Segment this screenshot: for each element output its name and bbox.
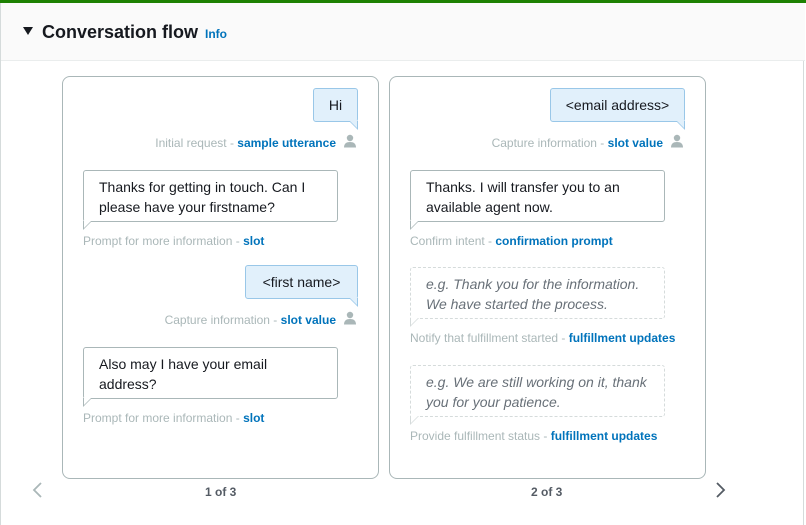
page-indicator-1: 1 of 3: [205, 485, 237, 499]
caption-separator: -: [558, 331, 569, 345]
fulfillment-started-placeholder[interactable]: e.g. Thank you for the information. We h…: [410, 267, 665, 327]
slot-value-link[interactable]: slot value: [608, 136, 663, 150]
prompt-caption: Prompt for more information - slot: [83, 234, 264, 248]
confirmation-prompt-link[interactable]: confirmation prompt: [495, 234, 612, 248]
bot-message-bubble: Thanks for getting in touch. Can I pleas…: [83, 170, 338, 230]
caption-separator: -: [226, 136, 238, 150]
caption-label: Capture information: [491, 136, 597, 150]
capture-caption: Capture information - slot value: [492, 136, 663, 150]
conversation-flow-panel: Conversation flow Info Hi Initial reques…: [0, 3, 805, 525]
user-message-bubble: <first name>: [245, 265, 358, 307]
page-indicator-2: 2 of 3: [531, 485, 563, 499]
bot-message-text: Thanks. I will transfer you to an availa…: [426, 179, 620, 215]
caption-label: Provide fulfillment status: [410, 429, 541, 443]
user-icon: [344, 134, 356, 148]
caption-label: Confirm intent: [410, 234, 485, 248]
bot-message-bubble: Also may I have your email address?: [83, 347, 338, 407]
fulfillment-updates-link[interactable]: fulfillment updates: [551, 429, 658, 443]
slot-link[interactable]: slot: [243, 411, 264, 425]
bot-message-bubble: Thanks. I will transfer you to an availa…: [410, 170, 665, 230]
caption-separator: -: [232, 234, 244, 248]
section-title: Conversation flow: [42, 22, 199, 42]
fulfillment-updates-link[interactable]: fulfillment updates: [569, 331, 676, 345]
caption-label: Prompt for more information: [83, 411, 233, 425]
panel-header[interactable]: Conversation flow Info: [1, 3, 805, 61]
caption-separator: -: [484, 234, 496, 248]
placeholder-text: e.g. We are still working on it, thank y…: [426, 374, 647, 410]
prompt-caption: Prompt for more information - slot: [83, 411, 264, 425]
fulfillment-started-caption: Notify that fulfillment started - fulfil…: [410, 331, 675, 345]
user-icon: [671, 134, 683, 148]
chevron-left-icon[interactable]: [31, 481, 45, 499]
chevron-right-icon[interactable]: [713, 481, 727, 499]
sample-utterance-link[interactable]: sample utterance: [237, 136, 336, 150]
caption-label: Prompt for more information: [83, 234, 233, 248]
capture-caption: Capture information - slot value: [165, 313, 336, 327]
user-message-text: <email address>: [565, 97, 670, 113]
caption-separator: -: [269, 313, 281, 327]
slot-link[interactable]: slot: [243, 234, 264, 248]
user-icon: [344, 311, 356, 325]
user-message-text: <first name>: [262, 274, 341, 290]
bot-message-text: Thanks for getting in touch. Can I pleas…: [99, 179, 306, 215]
caption-separator: -: [540, 429, 551, 443]
slot-value-link[interactable]: slot value: [281, 313, 336, 327]
info-link[interactable]: Info: [205, 27, 227, 41]
fulfillment-status-caption: Provide fulfillment status - fulfillment…: [410, 429, 657, 443]
user-message-text: Hi: [328, 97, 343, 113]
bot-message-text: Also may I have your email address?: [99, 356, 268, 392]
caret-down-icon[interactable]: [23, 27, 33, 35]
caption-label: Capture information: [164, 313, 270, 327]
conversation-card-1: Hi Initial request - sample utterance Th…: [62, 76, 379, 479]
initial-request-caption: Initial request - sample utterance: [155, 136, 336, 150]
fulfillment-status-placeholder[interactable]: e.g. We are still working on it, thank y…: [410, 365, 665, 425]
conversation-card-2: <email address> Capture information - sl…: [389, 76, 706, 479]
user-message-bubble: Hi: [313, 88, 358, 130]
caption-label: Initial request: [155, 136, 227, 150]
caption-separator: -: [596, 136, 608, 150]
placeholder-text: e.g. Thank you for the information. We h…: [426, 276, 640, 312]
confirm-intent-caption: Confirm intent - confirmation prompt: [410, 234, 613, 248]
caption-separator: -: [232, 411, 244, 425]
user-message-bubble: <email address>: [550, 88, 685, 130]
caption-label: Notify that fulfillment started: [410, 331, 559, 345]
